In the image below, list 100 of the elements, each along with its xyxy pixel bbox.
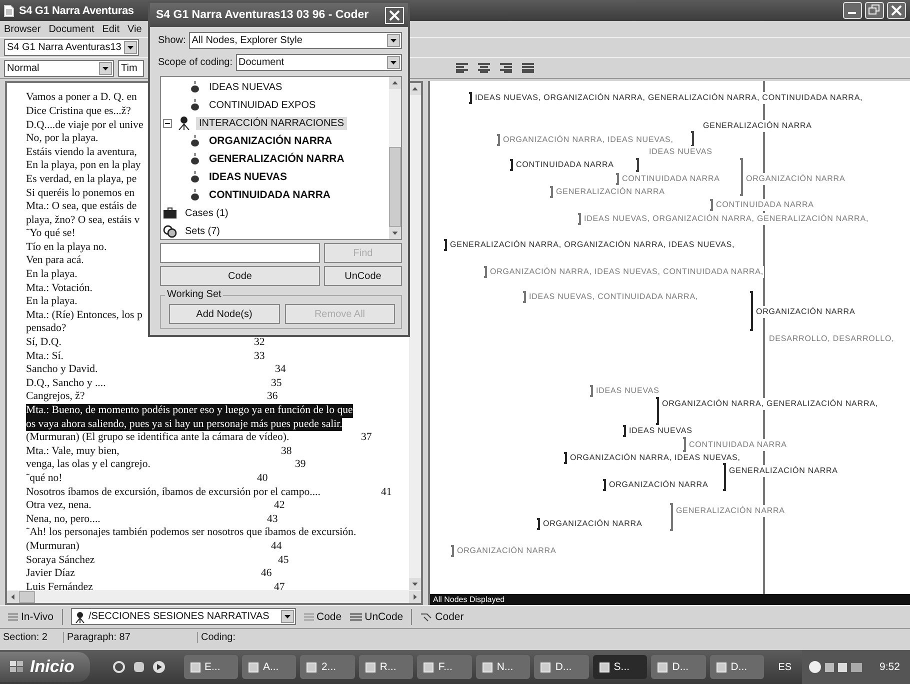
vertical-scrollbar[interactable] [409, 83, 421, 590]
document-text-line: Tío en la playa no. [26, 240, 107, 254]
tree-item[interactable]: Cases (1) [182, 206, 232, 220]
document-text-line: (Murmuran) (El grupo se identifica ante la cámara de vídeo). [26, 431, 290, 445]
window-icon [306, 662, 318, 673]
taskbar-button[interactable]: F... [417, 655, 472, 680]
taskbar-button[interactable]: D... [534, 655, 589, 680]
coding-stripe-label[interactable]: GENERALIZACIÓN NARRA [676, 505, 785, 518]
add-nodes-button[interactable]: Add Node(s) [169, 304, 280, 324]
taskbar-button[interactable]: S... [592, 655, 648, 680]
scroll-down-icon[interactable] [389, 227, 401, 239]
menu-item[interactable]: Browser [4, 24, 41, 34]
document-text-line: D.Q., Sancho y .... [26, 376, 107, 390]
document-text-line: No, por la playa. [26, 132, 98, 146]
close-icon[interactable] [385, 6, 404, 24]
document-text-line: En la playa. [26, 268, 78, 282]
justify-icon[interactable] [522, 63, 534, 74]
language-indicator[interactable]: ES [778, 662, 792, 673]
scroll-down-icon[interactable] [409, 578, 421, 590]
align-left-icon[interactable] [456, 63, 468, 74]
document-text-line: Soraya Sánchez [26, 554, 96, 568]
menu-item[interactable]: Edit [102, 24, 120, 34]
coding-stripe-label[interactable]: GENERALIZACIÓN NARRA [703, 120, 812, 132]
restore-icon[interactable] [865, 2, 884, 20]
tree-node-icon [74, 610, 86, 623]
align-right-icon[interactable] [500, 63, 512, 74]
coding-stripe-label[interactable]: GENERALIZACIÓN NARRA [729, 465, 838, 478]
menu-item[interactable]: Document [48, 24, 94, 34]
browser-icon[interactable] [112, 660, 126, 674]
coding-stripe-label[interactable]: ORGANIZACIÓN NARRA, IDEAS NUEVAS, CONTINUIDADA NARRA, [490, 266, 764, 278]
taskbar-button[interactable]: D... [651, 655, 706, 680]
tree-item[interactable]: INTERACCIÓN NARRACIONES [196, 116, 348, 130]
window-title: S4 G1 Narra Aventuras [19, 4, 134, 17]
scope-dropdown[interactable]: Document [236, 54, 402, 71]
code-button[interactable]: Code [304, 610, 342, 623]
paragraph-number: 40 [257, 472, 268, 486]
tree-item[interactable]: GENERALIZACIÓN NARRA [206, 152, 348, 166]
menu-item[interactable]: Vie [128, 24, 142, 34]
coding-stripe-label[interactable]: IDEAS NUEVAS, ORGANIZACIÓN NARRA, GENERALIZACIÓN NARRA, [584, 213, 869, 226]
scroll-thumb[interactable] [389, 147, 401, 227]
minimize-icon[interactable] [843, 2, 862, 20]
scroll-right-icon[interactable] [409, 590, 421, 603]
font-dropdown[interactable]: Tim [118, 60, 144, 77]
taskbar-button[interactable]: 2... [300, 655, 355, 680]
tree-node-icon [177, 116, 191, 130]
uncode-button[interactable]: UnCode [350, 610, 404, 623]
taskbar-button[interactable]: D... [710, 655, 764, 680]
taskbar-button[interactable]: R... [358, 655, 414, 680]
document-text-line: pensado? [26, 322, 66, 336]
coder-button[interactable]: Coder [420, 610, 464, 623]
coder-icon [420, 612, 432, 622]
coding-stripe-label[interactable]: IDEAS NUEVAS, ORGANIZACIÓN NARRA, GENERALIZACIÓN NARRA, CONTINUIDADA NARRA, [475, 92, 863, 104]
code-button[interactable]: Code [160, 266, 320, 286]
paragraph-number: 33 [254, 350, 265, 364]
uncode-button[interactable]: UnCode [324, 266, 402, 286]
coding-stripe-label[interactable]: ORGANIZACIÓN NARRA, GENERALIZACIÓN NARRA, [662, 398, 878, 410]
style-dropdown[interactable]: Normal [4, 60, 114, 77]
node-icon [189, 189, 201, 201]
scroll-up-icon[interactable] [409, 83, 421, 96]
scroll-thumb[interactable] [19, 590, 35, 603]
node-icon [189, 81, 201, 93]
coding-bracket [670, 503, 673, 532]
coding-stripe-label[interactable]: CONTINUIDADA NARRA [689, 439, 787, 452]
coding-stripe-label[interactable]: IDEAS NUEVAS [596, 385, 660, 398]
tree-item[interactable]: CONTINUIDADA NARRA [206, 188, 334, 202]
tree-item[interactable]: IDEAS NUEVAS [206, 80, 286, 94]
taskbar-button[interactable]: A... [242, 655, 296, 680]
node-dropdown[interactable]: /SECCIONES SESIONES NARRATIVAS [70, 608, 296, 626]
paragraph-number: 43 [267, 512, 278, 526]
tree-item[interactable]: CONTINUIDAD EXPOS [206, 98, 319, 112]
coding-stripe-label[interactable]: CONTINUIDADA NARRA [716, 199, 814, 212]
paragraph-number: 35 [271, 376, 282, 390]
coding-stripe-label[interactable]: IDEAS NUEVAS [629, 425, 692, 438]
section-status: Section: 2 [0, 632, 64, 643]
taskbar-button[interactable]: N... [476, 655, 530, 680]
collapse-icon[interactable] [163, 118, 172, 128]
tree-item[interactable]: Sets (7) [182, 224, 224, 238]
in-vivo-button[interactable]: In-Vivo [8, 610, 54, 623]
coding-stripe-label[interactable]: ORGANIZACIÓN NARRA [746, 173, 846, 186]
tree-item[interactable]: IDEAS NUEVAS [206, 170, 290, 184]
coding-stripe-label[interactable]: ORGANIZACIÓN NARRA [756, 306, 856, 318]
find-field[interactable] [160, 243, 320, 263]
start-button[interactable]: Inicio [0, 652, 90, 682]
app-icon[interactable] [132, 660, 146, 674]
scroll-left-icon[interactable] [7, 590, 19, 603]
taskbar-button[interactable]: E... [184, 655, 238, 680]
align-center-icon[interactable] [478, 63, 490, 74]
document-text-line: Dice Cristina que es...ž? [26, 104, 131, 119]
paragraph-number: 46 [261, 567, 272, 581]
source-dropdown[interactable]: S4 G1 Narra Aventuras13 [4, 38, 140, 56]
horizontal-scrollbar[interactable] [7, 590, 421, 604]
media-icon[interactable] [152, 660, 166, 674]
scroll-up-icon[interactable] [389, 77, 401, 89]
show-dropdown[interactable]: All Nodes, Explorer Style [188, 32, 402, 49]
window-icon [248, 662, 259, 673]
close-icon[interactable] [887, 2, 906, 20]
tree-item[interactable]: ORGANIZACIÓN NARRA [206, 134, 336, 148]
document-text-line: Mta.: (Ríe) Entonces, los p [26, 308, 142, 322]
vertical-scrollbar[interactable] [389, 77, 401, 239]
paragraph-number: 47 [274, 580, 285, 590]
